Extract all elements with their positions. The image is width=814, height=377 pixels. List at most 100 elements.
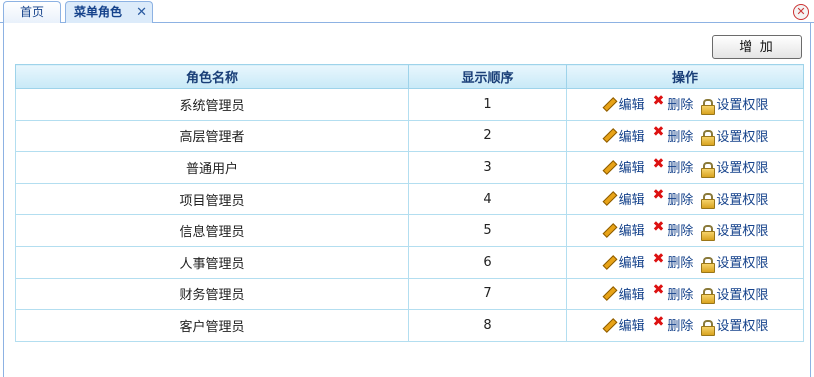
pencil-icon xyxy=(602,223,616,237)
set-permissions-link[interactable]: 设置权限 xyxy=(701,189,768,210)
role-name-cell: 普通用户 xyxy=(15,151,409,184)
role-name-cell: 财务管理员 xyxy=(15,277,409,311)
display-order-cell: 5 xyxy=(408,214,567,247)
set-permissions-link[interactable]: 设置权限 xyxy=(701,126,769,147)
add-button[interactable]: 增 加 xyxy=(712,35,802,59)
set-permissions-label: 设置权限 xyxy=(716,287,769,303)
row-actions: 编辑 ✖ 删除 设置权限 xyxy=(602,187,768,210)
delete-label: 删除 xyxy=(667,256,694,272)
edit-link[interactable]: 编辑 xyxy=(602,315,645,334)
header-operations: 操作 xyxy=(566,64,804,89)
edit-label: 编辑 xyxy=(618,98,645,114)
pencil-icon xyxy=(602,128,616,142)
tab-home[interactable]: 首页 xyxy=(3,1,61,23)
display-order-cell: 2 xyxy=(408,119,567,153)
set-permissions-label: 设置权限 xyxy=(716,224,769,240)
pencil-icon xyxy=(602,286,616,300)
set-permissions-link[interactable]: 设置权限 xyxy=(701,157,768,178)
close-all-icon[interactable]: ✕ xyxy=(793,4,809,20)
delete-x-icon: ✖ xyxy=(652,282,665,299)
edit-label: 编辑 xyxy=(618,256,645,272)
set-permissions-link[interactable]: 设置权限 xyxy=(701,220,769,241)
delete-link[interactable]: ✖ 删除 xyxy=(652,124,694,145)
delete-label: 删除 xyxy=(667,161,694,177)
display-order-cell: 3 xyxy=(408,151,567,184)
row-actions: 编辑 ✖ 删除 设置权限 xyxy=(602,92,768,115)
row-actions: 编辑 ✖ 删除 设置权限 xyxy=(602,282,769,305)
operations-cell: 编辑 ✖ 删除 设置权限 xyxy=(566,277,804,311)
delete-x-icon: ✖ xyxy=(652,313,665,330)
delete-x-icon: ✖ xyxy=(652,124,665,141)
lock-icon xyxy=(701,224,716,241)
set-permissions-label: 设置权限 xyxy=(716,129,769,145)
delete-link[interactable]: ✖ 删除 xyxy=(652,92,694,114)
delete-x-icon: ✖ xyxy=(652,155,665,172)
role-name-cell: 高层管理者 xyxy=(15,119,409,153)
role-name-cell: 项目管理员 xyxy=(15,182,409,216)
lock-icon xyxy=(701,161,716,178)
roles-table: 角色名称 显示顺序 操作 系统管理员 1 编辑 ✖ 删除 设置权限 高层管理者 2 编辑 ✖ 删除设… xyxy=(15,64,804,342)
table-row: 人事管理员 6 编辑 ✖ 删除 设置权限 xyxy=(15,245,804,279)
set-permissions-link[interactable]: 设置权限 xyxy=(701,252,768,273)
delete-x-icon: ✖ xyxy=(652,187,665,204)
delete-label: 删除 xyxy=(667,319,694,335)
row-actions: 编辑 ✖ 删除 设置权限 xyxy=(602,313,769,336)
role-name-cell: 客户管理员 xyxy=(15,309,409,342)
edit-link[interactable]: 编辑 xyxy=(602,189,645,208)
tab-menu-roles-label: 菜单角色 xyxy=(74,5,123,19)
operations-cell: 编辑 ✖ 删除 设置权限 xyxy=(566,245,804,279)
lock-icon xyxy=(701,193,716,210)
lock-icon xyxy=(701,130,716,147)
tab-menu-roles[interactable]: 菜单角色 ✕ xyxy=(65,1,153,24)
delete-link[interactable]: ✖ 删除 xyxy=(652,313,694,335)
delete-x-icon: ✖ xyxy=(652,218,665,235)
lock-icon xyxy=(701,319,716,336)
delete-link[interactable]: ✖ 删除 xyxy=(652,155,694,177)
edit-link[interactable]: 编辑 xyxy=(602,252,645,271)
header-display-order: 显示顺序 xyxy=(408,64,567,89)
edit-label: 编辑 xyxy=(618,161,645,177)
display-order-cell: 8 xyxy=(408,309,567,342)
delete-label: 删除 xyxy=(667,98,694,114)
set-permissions-link[interactable]: 设置权限 xyxy=(701,284,769,305)
row-actions: 编辑 ✖ 删除 设置权限 xyxy=(602,124,769,147)
delete-link[interactable]: ✖ 删除 xyxy=(652,187,694,208)
operations-cell: 编辑 ✖ 删除 设置权限 xyxy=(566,151,804,184)
table-row: 高层管理者 2 编辑 ✖ 删除 设置权限 xyxy=(15,119,804,153)
header-role-name: 角色名称 xyxy=(15,64,409,89)
edit-link[interactable]: 编辑 xyxy=(602,157,645,176)
delete-link[interactable]: ✖ 删除 xyxy=(652,218,694,240)
delete-label: 删除 xyxy=(667,192,694,208)
edit-label: 编辑 xyxy=(618,287,645,303)
content-panel: 增 加 角色名称 显示顺序 操作 系统管理员 1 编辑 ✖ 删除 设置权限 高层管理者 2 编辑… xyxy=(3,23,811,377)
tab-bar: 首页 菜单角色 ✕ ✕ xyxy=(0,0,814,24)
delete-label: 删除 xyxy=(667,129,694,145)
lock-icon xyxy=(701,256,716,273)
delete-link[interactable]: ✖ 删除 xyxy=(652,282,694,303)
table-row: 财务管理员 7 编辑 ✖ 删除 设置权限 xyxy=(15,277,804,311)
edit-link[interactable]: 编辑 xyxy=(602,284,645,303)
tab-close-icon[interactable]: ✕ xyxy=(136,3,147,23)
delete-link[interactable]: ✖ 删除 xyxy=(652,250,694,272)
operations-cell: 编辑 ✖ 删除 设置权限 xyxy=(566,119,804,153)
delete-x-icon: ✖ xyxy=(652,92,665,109)
edit-link[interactable]: 编辑 xyxy=(602,126,645,145)
table-row: 项目管理员 4 编辑 ✖ 删除 设置权限 xyxy=(15,182,804,216)
edit-link[interactable]: 编辑 xyxy=(602,94,645,113)
display-order-cell: 1 xyxy=(408,88,567,121)
delete-x-icon: ✖ xyxy=(652,250,665,267)
lock-icon xyxy=(701,288,716,305)
operations-cell: 编辑 ✖ 删除 设置权限 xyxy=(566,214,804,247)
display-order-cell: 7 xyxy=(408,277,567,311)
table-header-row: 角色名称 显示顺序 操作 xyxy=(15,64,804,89)
table-row: 系统管理员 1 编辑 ✖ 删除 设置权限 xyxy=(15,88,804,121)
edit-label: 编辑 xyxy=(618,192,645,208)
table-row: 信息管理员 5 编辑 ✖ 删除 设置权限 xyxy=(15,214,804,247)
edit-link[interactable]: 编辑 xyxy=(602,220,645,239)
row-actions: 编辑 ✖ 删除 设置权限 xyxy=(602,250,768,273)
set-permissions-link[interactable]: 设置权限 xyxy=(701,315,769,336)
set-permissions-label: 设置权限 xyxy=(716,319,769,335)
edit-label: 编辑 xyxy=(618,129,645,145)
set-permissions-link[interactable]: 设置权限 xyxy=(701,94,768,115)
pencil-icon xyxy=(602,160,616,174)
